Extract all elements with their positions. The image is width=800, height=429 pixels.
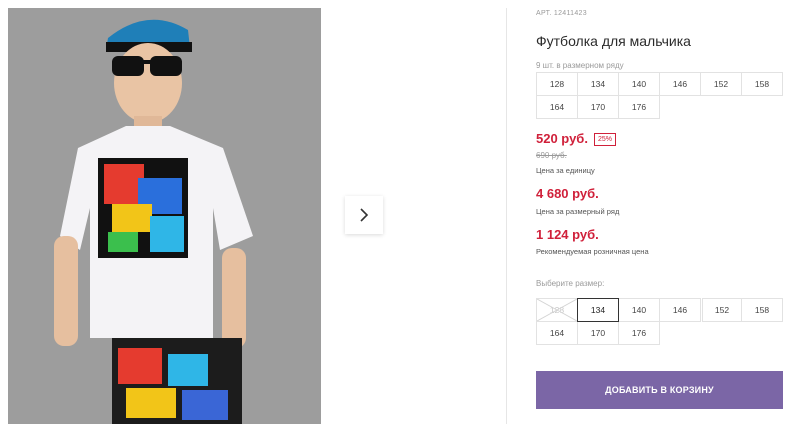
pack-size-cell: 146 [659, 72, 701, 96]
size-option[interactable]: 146 [659, 298, 701, 322]
add-to-cart-button[interactable]: ДОБАВИТЬ В КОРЗИНУ [536, 371, 783, 409]
size-option-selected[interactable]: 134 [577, 298, 619, 322]
next-image-button[interactable] [345, 196, 383, 234]
pack-price: 4 680 руб. [536, 186, 599, 201]
product-sku: АРТ. 12411423 [536, 10, 587, 17]
retail-price: 1 124 руб. [536, 227, 599, 242]
size-option[interactable]: 164 [536, 321, 578, 345]
discount-badge: 25% [594, 133, 617, 146]
product-photo [8, 8, 321, 424]
choose-size-label: Выберите размер: [536, 279, 605, 288]
unit-price-caption: Цена за единицу [536, 166, 595, 175]
size-selector: 128 134 140 146 152 158 164 170 176 [536, 298, 783, 345]
pack-size-grid: 128 134 140 146 152 158 164 170 176 [536, 72, 783, 119]
old-price: 690 руб. [536, 151, 567, 160]
pack-size-cell: 158 [741, 72, 783, 96]
retail-price-caption: Рекомендуемая розничная цена [536, 247, 649, 256]
pack-size-cell: 176 [618, 95, 660, 119]
size-option[interactable]: 152 [702, 298, 742, 322]
size-option-unavailable: 128 [536, 298, 578, 322]
pack-size-label: 9 шт. в размерном ряду [536, 61, 624, 70]
unit-price: 520 руб. [536, 131, 588, 146]
pack-size-cell: 164 [536, 95, 578, 119]
product-title: Футболка для мальчика [536, 33, 691, 49]
chevron-right-icon [360, 208, 369, 222]
unavailable-cross-icon [537, 299, 577, 321]
pack-size-cell: 140 [618, 72, 660, 96]
pack-size-cell: 170 [577, 95, 619, 119]
pack-size-cell: 134 [577, 72, 619, 96]
pack-size-cell: 128 [536, 72, 578, 96]
size-option[interactable]: 158 [741, 298, 783, 322]
size-option[interactable]: 170 [577, 321, 619, 345]
pack-size-cell: 152 [700, 72, 742, 96]
product-photo-illustration [8, 8, 321, 424]
pack-price-caption: Цена за размерный ряд [536, 207, 620, 216]
size-option[interactable]: 140 [618, 298, 660, 322]
size-option[interactable]: 176 [618, 321, 660, 345]
